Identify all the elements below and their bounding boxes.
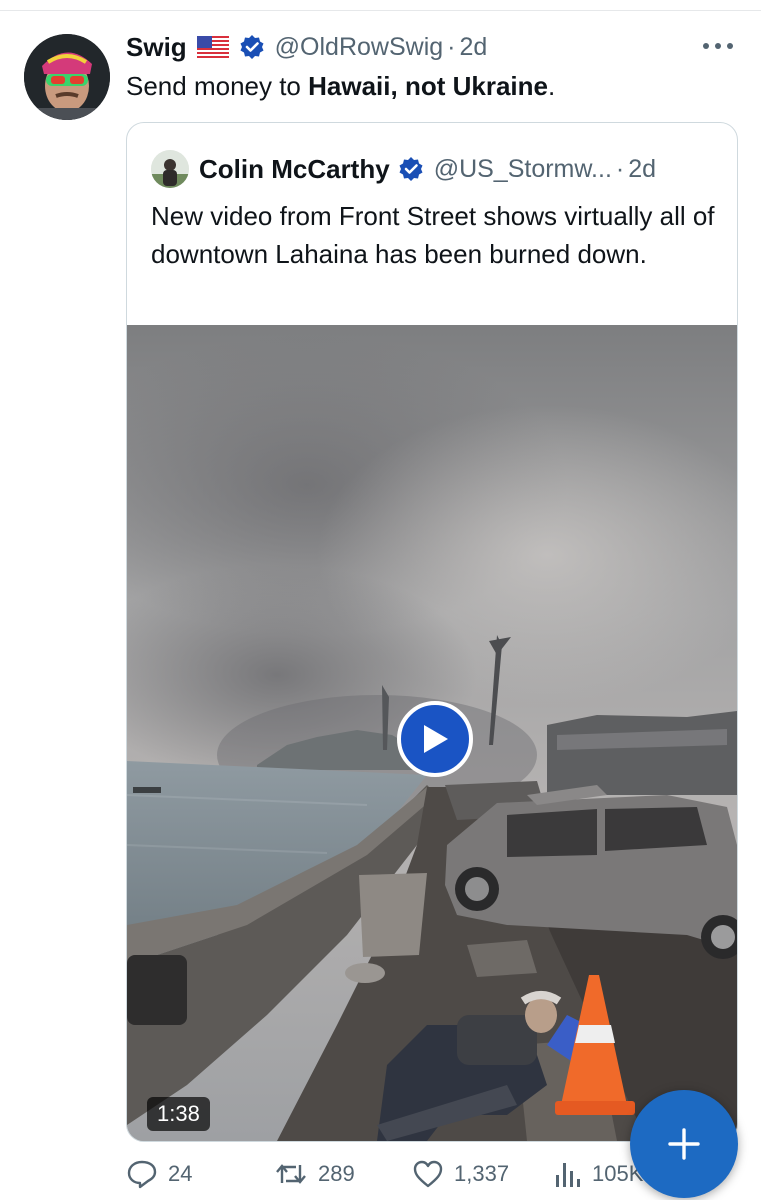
- repost-count: 289: [318, 1161, 355, 1186]
- compose-fab-button[interactable]: [630, 1090, 738, 1198]
- tweet-text-bold: Hawaii, not Ukraine: [308, 71, 548, 101]
- quoted-verified-badge-icon: [398, 156, 424, 182]
- reply-count: 24: [168, 1161, 193, 1186]
- quoted-author-name[interactable]: Colin McCarthy: [199, 154, 390, 185]
- quoted-author-handle[interactable]: @US_Stormw...: [434, 155, 612, 184]
- verified-badge-icon: [239, 34, 265, 60]
- heart-icon: [413, 1160, 443, 1188]
- tweet-text: Send money to Hawaii, not Ukraine.: [126, 68, 555, 104]
- tweet-text-prefix: Send money to: [126, 71, 309, 101]
- video-player[interactable]: 1:38: [127, 325, 737, 1141]
- repost-button[interactable]: 289: [274, 1156, 355, 1192]
- top-divider: [0, 10, 761, 11]
- play-button[interactable]: [397, 701, 473, 777]
- quoted-author-avatar[interactable]: [151, 150, 189, 188]
- play-icon: [424, 725, 448, 753]
- views-button[interactable]: 105K: [554, 1156, 643, 1192]
- separator-dot: ·: [447, 32, 456, 61]
- like-button[interactable]: 1,337: [412, 1156, 509, 1192]
- like-count: 1,337: [454, 1161, 510, 1186]
- author-handle[interactable]: @OldRowSwig: [275, 33, 443, 62]
- reply-icon: [127, 1160, 157, 1189]
- views-chart-icon: [556, 1163, 580, 1187]
- quoted-timestamp[interactable]: 2d: [628, 155, 656, 184]
- video-duration-badge: 1:38: [147, 1097, 210, 1131]
- author-name[interactable]: Swig: [126, 32, 187, 63]
- quoted-tweet-card[interactable]: Colin McCarthy @US_Stormw... · 2d New vi…: [126, 122, 738, 1142]
- repost-icon: [276, 1164, 306, 1184]
- us-flag-icon: [196, 36, 229, 58]
- tweet-text-suffix: .: [547, 71, 556, 101]
- reply-button[interactable]: 24: [126, 1156, 192, 1192]
- quoted-tweet-text: New video from Front Street shows virtua…: [151, 201, 715, 269]
- plus-icon: [668, 1128, 700, 1160]
- author-avatar[interactable]: [24, 34, 110, 120]
- tweet-timestamp[interactable]: 2d: [459, 33, 487, 62]
- tweet-header: Swig @OldRowSwig · 2d: [126, 30, 487, 64]
- more-options-icon[interactable]: [700, 36, 736, 56]
- quoted-tweet-header: Colin McCarthy @US_Stormw... · 2d: [151, 149, 656, 189]
- quoted-separator-dot: ·: [615, 154, 625, 183]
